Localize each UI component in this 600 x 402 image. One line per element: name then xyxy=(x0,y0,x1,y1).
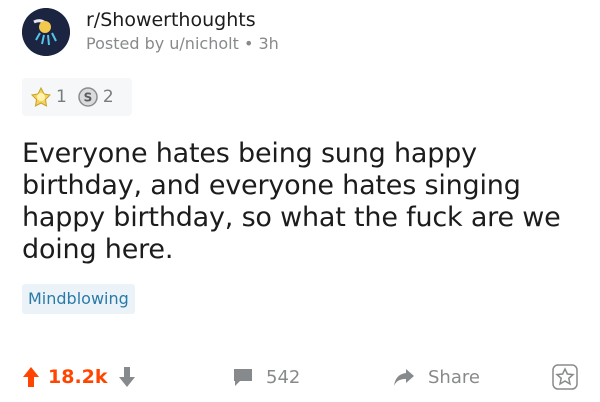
meta-separator: • xyxy=(243,34,259,53)
comments-count: 542 xyxy=(266,366,301,388)
upvote-arrow-icon[interactable] xyxy=(22,366,40,388)
silver-award-icon xyxy=(30,86,52,107)
post-flair[interactable]: Mindblowing xyxy=(22,284,135,314)
award-count: 2 xyxy=(102,87,114,107)
post-meta: Posted by u/nicholt • 3h xyxy=(86,33,279,55)
awards-bar[interactable]: 1 S 2 xyxy=(22,78,132,116)
share-button[interactable]: Share xyxy=(392,366,480,388)
shower-head-icon xyxy=(22,8,70,56)
post-title[interactable]: Everyone hates being sung happy birthday… xyxy=(22,138,582,266)
share-arrow-icon xyxy=(394,369,414,386)
share-label: Share xyxy=(428,366,480,388)
vote-controls: 18.2k xyxy=(22,366,136,388)
posted-by[interactable]: Posted by u/nicholt xyxy=(86,34,239,53)
comment-bubble-icon xyxy=(234,369,252,386)
downvote-arrow-icon[interactable] xyxy=(118,366,136,388)
subreddit-name[interactable]: r/Showerthoughts xyxy=(86,9,279,31)
post-time: 3h xyxy=(258,34,279,53)
coin-award-icon: S xyxy=(78,87,98,107)
svg-text:S: S xyxy=(84,91,93,105)
subreddit-avatar[interactable] xyxy=(22,8,70,56)
comments-button[interactable]: 542 xyxy=(232,366,300,388)
post-actions: 18.2k 542 Share xyxy=(22,360,578,394)
award-count: 1 xyxy=(56,87,67,107)
give-award-button[interactable] xyxy=(552,364,578,395)
vote-score: 18.2k xyxy=(48,366,108,388)
post-header: r/Showerthoughts Posted by u/nicholt • 3… xyxy=(22,8,279,56)
award-star-icon xyxy=(552,364,578,390)
